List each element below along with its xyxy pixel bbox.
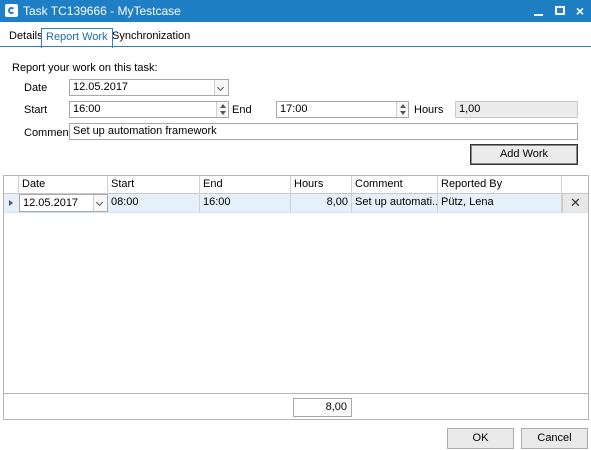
cell-end[interactable]: 16:00 (200, 194, 291, 212)
cell-hours[interactable]: 8,00 (291, 194, 352, 212)
table-row[interactable]: 12.05.2017 08:00 16:00 8,00 Set up autom… (4, 194, 588, 213)
column-header-date[interactable]: Date (19, 176, 108, 194)
row-indicator-icon (9, 200, 13, 206)
end-label: End (232, 104, 252, 116)
cell-comment[interactable]: Set up automati... (352, 194, 438, 212)
chevron-down-icon[interactable] (93, 195, 107, 211)
tab-divider (0, 46, 591, 47)
close-icon[interactable]: × (569, 0, 591, 22)
cancel-button[interactable]: Cancel (521, 428, 588, 449)
comment-input[interactable]: Set up automation framework (69, 123, 578, 140)
tab-strip: Details Report Work Synchronization (0, 28, 591, 48)
end-value: 17:00 (280, 103, 308, 115)
cell-start[interactable]: 08:00 (108, 194, 200, 212)
chevron-down-icon[interactable] (214, 80, 228, 95)
column-header-hours[interactable]: Hours (291, 176, 352, 194)
delete-row-icon[interactable]: ✕ (562, 194, 588, 212)
column-header-end[interactable]: End (200, 176, 291, 194)
minimize-icon[interactable] (527, 0, 549, 22)
start-label: Start (24, 104, 48, 116)
title-bar: Task TC139666 - MyTestcase × (0, 0, 591, 22)
ok-button[interactable]: OK (447, 428, 514, 449)
form-heading: Report your work on this task: (12, 62, 158, 74)
date-picker[interactable]: 12.05.2017 (69, 79, 229, 96)
column-header-comment[interactable]: Comment (352, 176, 438, 194)
add-work-button[interactable]: Add Work (470, 144, 578, 165)
tab-report-work[interactable]: Report Work (41, 28, 113, 48)
cell-reported-by: Pütz, Lena (438, 194, 562, 212)
column-header-reported-by[interactable]: Reported By (438, 176, 562, 194)
date-value: 12.05.2017 (73, 81, 129, 93)
total-hours: 8,00 (293, 398, 352, 417)
comment-label: Comment (24, 127, 72, 139)
tab-synchronization[interactable]: Synchronization (108, 28, 194, 47)
column-header-start[interactable]: Start (108, 176, 200, 194)
grid-header: Date Start End Hours Comment Reported By (4, 176, 588, 194)
hours-field: 1,00 (455, 101, 578, 118)
start-time-input[interactable]: 16:00 (69, 101, 229, 118)
window-title: Task TC139666 - MyTestcase (23, 4, 181, 18)
app-icon (5, 4, 18, 17)
work-log-grid: Date Start End Hours Comment Reported By… (3, 175, 589, 394)
start-value: 16:00 (73, 103, 101, 115)
cell-date-value: 12.05.2017 (23, 197, 79, 209)
hours-label: Hours (414, 104, 444, 116)
row-header-corner (4, 176, 19, 194)
date-label: Date (24, 82, 48, 94)
comment-value: Set up automation framework (73, 125, 217, 137)
maximize-icon[interactable] (549, 0, 571, 22)
column-header-actions (562, 176, 588, 194)
spinner-icon[interactable] (216, 102, 228, 117)
spinner-icon[interactable] (396, 102, 408, 117)
cell-date[interactable]: 12.05.2017 (19, 194, 108, 212)
totals-row: 8,00 (3, 394, 589, 420)
hours-value: 1,00 (459, 103, 481, 115)
end-time-input[interactable]: 17:00 (276, 101, 409, 118)
